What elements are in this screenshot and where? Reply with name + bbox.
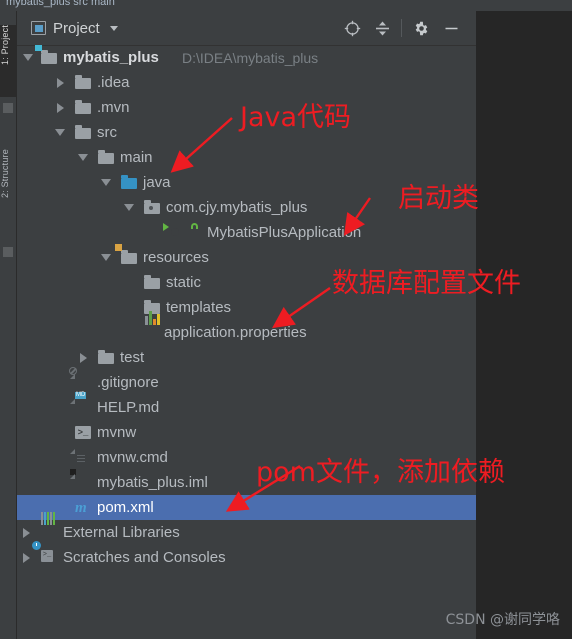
annotation-startup-class: 启动类 [398,183,479,214]
arrow-to-properties [272,287,331,329]
watermark: CSDN @谢同学咯 [445,612,560,628]
ide-window: mybatis_plus src main 1: Project 2: Stru… [0,0,572,639]
arrow-to-java [170,117,233,173]
arrow-to-application-class [343,197,371,236]
annotation-arrows [170,117,371,512]
annotation-pom-dependencies: pom文件，添加依赖 [256,457,505,488]
annotation-java-code: Java代码 [240,102,352,133]
annotation-db-config-file: 数据库配置文件 [332,268,521,299]
